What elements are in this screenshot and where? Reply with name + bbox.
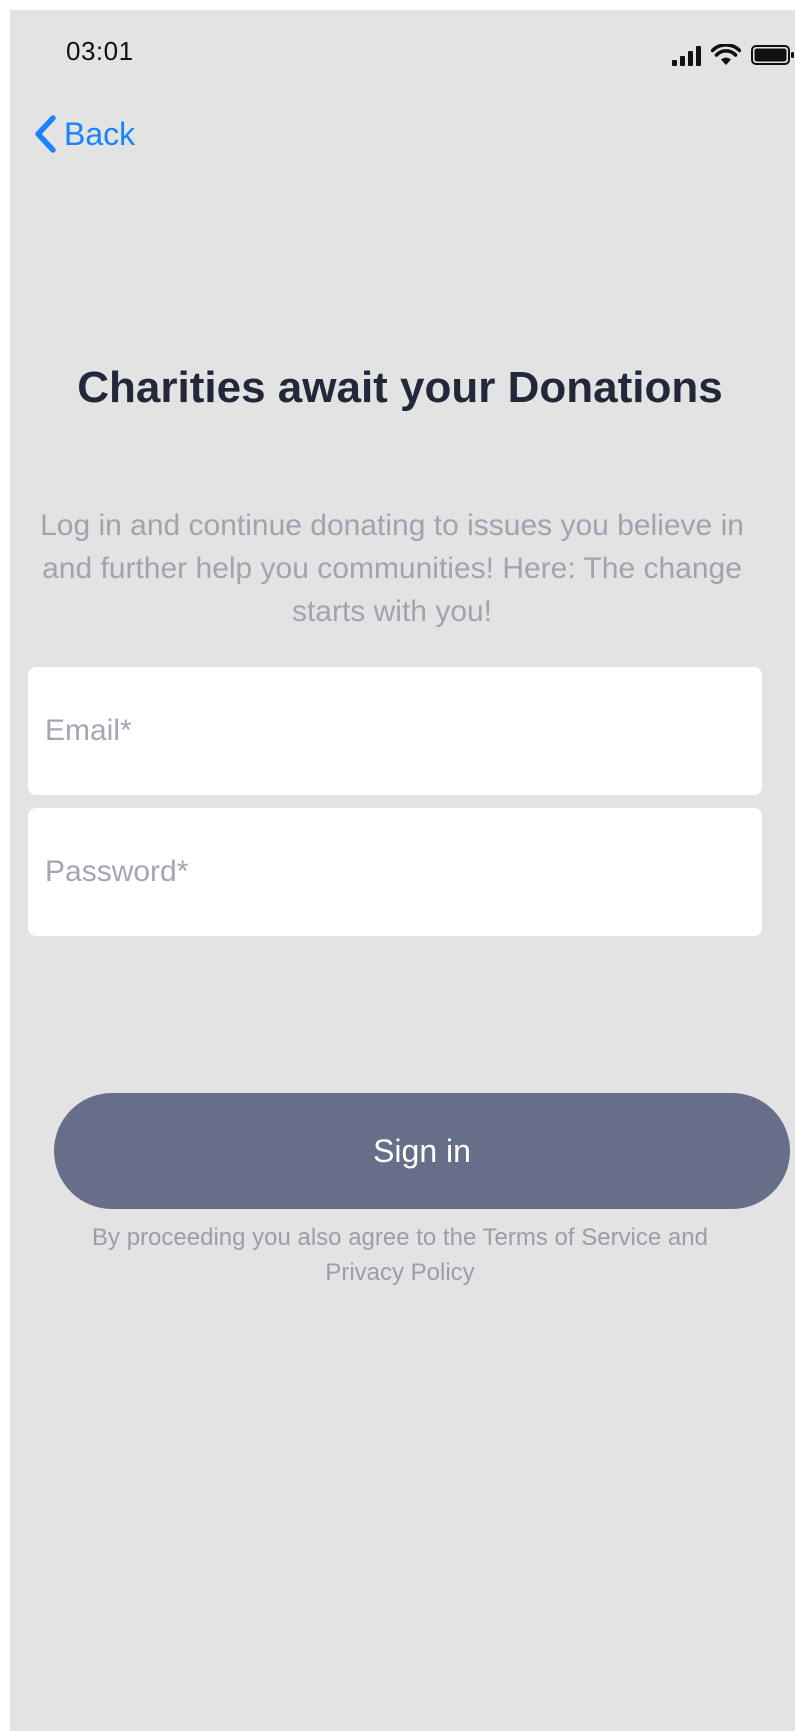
sign-in-button[interactable]: Sign in: [54, 1093, 790, 1209]
terms-notice: By proceeding you also agree to the Term…: [92, 1224, 708, 1286]
wifi-icon: [711, 44, 741, 65]
password-field[interactable]: [28, 808, 762, 936]
status-icons: [672, 44, 795, 66]
page-title: Charities await your Donations: [77, 363, 723, 412]
back-button[interactable]: Back: [32, 114, 135, 154]
battery-icon: [751, 45, 794, 65]
email-field[interactable]: [28, 667, 762, 795]
page-subtitle: Log in and continue donating to issues y…: [40, 509, 744, 628]
chevron-left-icon: [35, 115, 56, 153]
cellular-signal-icon: [672, 46, 701, 66]
status-time: 03:01: [66, 36, 134, 66]
back-label: Back: [64, 115, 136, 152]
status-bar: 03:01: [10, 10, 795, 90]
login-screen: 03:01 Back Charities await your Donation…: [10, 10, 795, 1731]
